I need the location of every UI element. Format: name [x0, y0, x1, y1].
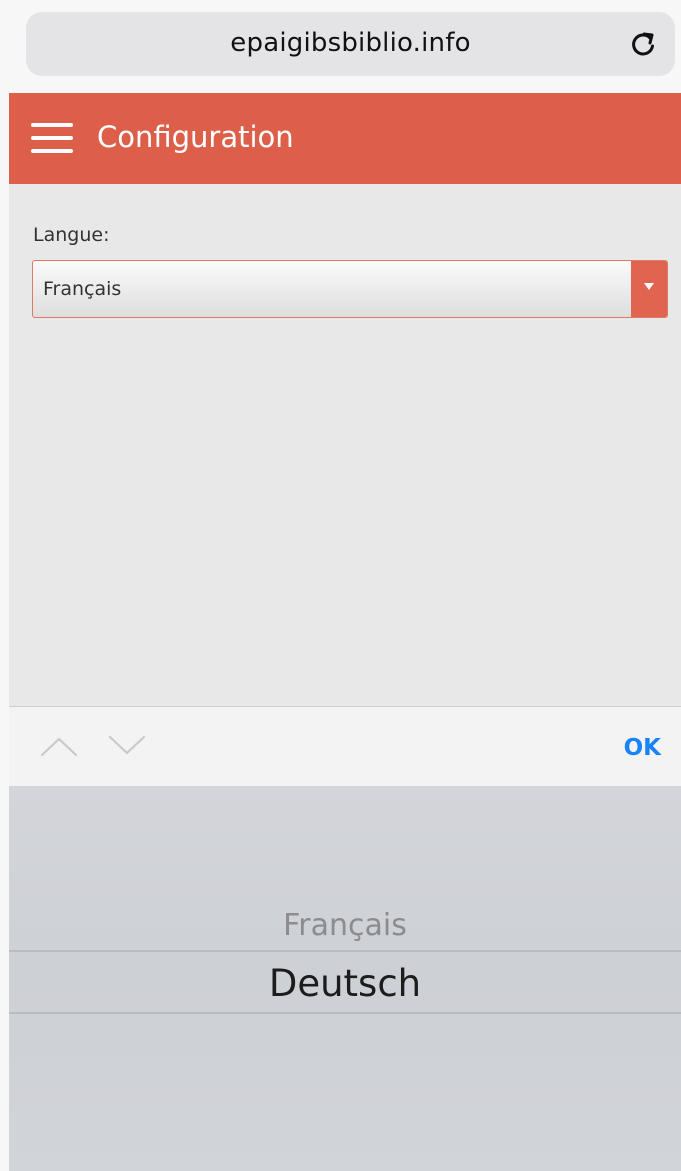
chevron-up-icon[interactable] — [39, 731, 79, 761]
reload-icon[interactable] — [625, 26, 661, 62]
language-picker-wheel[interactable]: Français Deutsch — [9, 786, 681, 1171]
language-select-value: Français — [43, 278, 122, 300]
picker-option[interactable]: Français — [9, 908, 681, 943]
screen-edge — [0, 93, 9, 1171]
mobile-page: epaigibsbiblio.info Configuration Langue… — [0, 0, 681, 1171]
address-bar[interactable]: epaigibsbiblio.info — [26, 12, 675, 76]
picker-toolbar: OK — [9, 706, 681, 786]
url-text[interactable]: epaigibsbiblio.info — [26, 28, 675, 58]
ok-button[interactable]: OK — [624, 735, 661, 761]
chevron-down-icon[interactable] — [631, 261, 667, 317]
settings-content: Langue: Français — [9, 184, 681, 706]
browser-chrome: epaigibsbiblio.info — [0, 0, 681, 93]
picker-option-selected[interactable]: Deutsch — [9, 962, 681, 1005]
language-select[interactable]: Français — [32, 260, 668, 318]
selection-divider — [9, 1012, 681, 1014]
chevron-down-icon[interactable] — [107, 731, 147, 761]
hamburger-menu-icon[interactable] — [31, 123, 73, 155]
language-label: Langue: — [33, 224, 110, 246]
page-title: Configuration — [97, 120, 294, 154]
selection-divider — [9, 950, 681, 952]
app-header: Configuration — [9, 93, 681, 184]
